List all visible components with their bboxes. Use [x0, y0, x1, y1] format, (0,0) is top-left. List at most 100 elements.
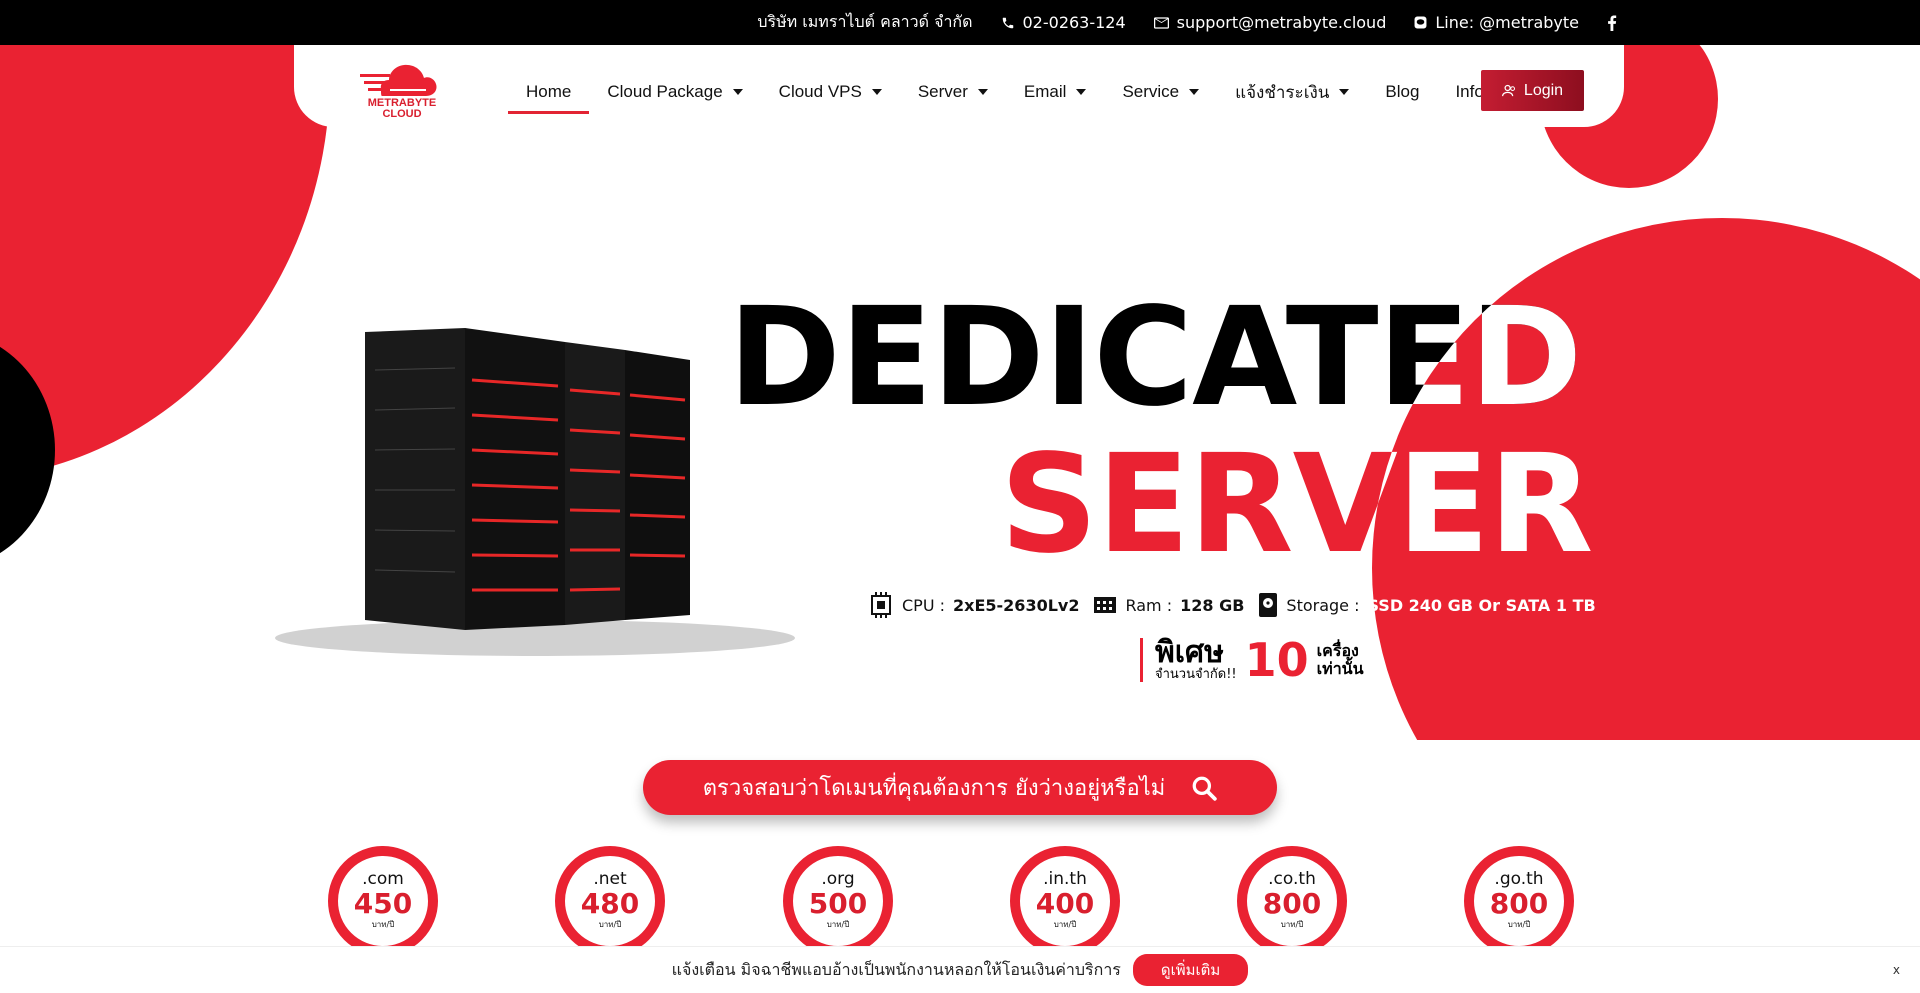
line-link[interactable]: Line: @metrabyte: [1414, 13, 1579, 32]
email-text: support@metrabyte.cloud: [1176, 13, 1387, 32]
phone-link[interactable]: 02-0263-124: [1001, 13, 1126, 32]
top-contact-bar: บริษัท เมทราไบต์ คลาวด์ จำกัด 02-0263-12…: [0, 0, 1920, 45]
nav-cloud-vps[interactable]: Cloud VPS: [761, 74, 900, 110]
line-icon: [1414, 16, 1427, 29]
login-button[interactable]: Login: [1481, 70, 1584, 111]
cpu-value: 2xE5-2630Lv2: [953, 595, 1080, 615]
domain-price-org[interactable]: .org 500 บาท/ปี: [783, 846, 893, 956]
close-icon[interactable]: x: [1893, 963, 1900, 977]
server-rack-image: [275, 328, 795, 656]
phone-icon: [1002, 17, 1013, 28]
company-name-text: บริษัท เมทราไบต์ คลาวด์ จำกัด: [757, 12, 973, 31]
phone-text: 02-0263-124: [1022, 13, 1126, 32]
domain-per: บาท/ปี: [826, 920, 850, 929]
spec-ram: Ram : 128 GB: [1093, 595, 1244, 615]
domain-ext: .com: [362, 869, 404, 889]
domain-price: 500: [808, 887, 868, 920]
chevron-down-icon: [732, 89, 743, 95]
promo-divider: [1140, 638, 1143, 682]
domain-search-label: ตรวจสอบว่าโดเมนที่คุณต้องการ ยังว่างอยู่…: [702, 776, 1166, 801]
nav-payment-label: แจ้งชำระเงิน: [1235, 82, 1330, 102]
cpu-label: CPU :: [902, 595, 946, 615]
nav-blog[interactable]: Blog: [1367, 74, 1437, 110]
mail-icon: [1153, 16, 1169, 29]
chevron-down-icon: [1189, 89, 1200, 95]
domain-ext: .org: [821, 869, 855, 889]
domain-ext: .go.th: [1494, 869, 1544, 889]
promo-unit-1: เครื่อง: [1316, 641, 1359, 660]
nav-service[interactable]: Service: [1104, 74, 1217, 110]
nav-cloud-package[interactable]: Cloud Package: [589, 74, 760, 110]
promo-quantity: 10: [1244, 633, 1309, 687]
chevron-down-icon: [871, 89, 882, 95]
promo-badge: พิเศษ จำนวนจำกัด!! 10 เครื่อง เท่านั้น: [1140, 633, 1364, 687]
search-icon: [1192, 776, 1217, 801]
nav-email-label: Email: [1023, 82, 1067, 101]
domain-price: 400: [1035, 887, 1095, 920]
domain-price-net[interactable]: .net 480 บาท/ปี: [555, 846, 665, 956]
cpu-icon: [871, 592, 891, 618]
domain-price-go-th[interactable]: .go.th 800 บาท/ปี: [1464, 846, 1574, 956]
promo-limited: จำนวนจำกัด!!: [1155, 667, 1237, 682]
domain-per: บาท/ปี: [1507, 920, 1531, 929]
promo-special-block: พิเศษ จำนวนจำกัด!!: [1155, 638, 1237, 682]
page: บริษัท เมทราไบต์ คลาวด์ จำกัด 02-0263-12…: [0, 0, 1920, 993]
company-name: บริษัท เมทราไบต์ คลาวด์ จำกัด: [757, 10, 972, 35]
nav-server-label: Server: [917, 82, 968, 101]
domain-ext: .net: [593, 869, 627, 889]
nav-info-label: Info: [1455, 82, 1484, 101]
chevron-down-icon: [1339, 89, 1350, 95]
facebook-link[interactable]: [1607, 14, 1617, 31]
storage-label: Storage :: [1286, 595, 1360, 615]
nav-cloud-package-label: Cloud Package: [607, 82, 723, 101]
domain-price: 800: [1489, 887, 1549, 920]
domain-price: 480: [580, 887, 640, 920]
nav-email[interactable]: Email: [1006, 74, 1105, 110]
facebook-icon: [1608, 14, 1617, 31]
nav-home[interactable]: Home: [508, 74, 590, 114]
line-text: Line: @metrabyte: [1435, 13, 1579, 32]
nav-payment[interactable]: แจ้งชำระเงิน: [1217, 74, 1367, 110]
promo-unit-block: เครื่อง เท่านั้น: [1317, 642, 1364, 678]
server-specs: CPU : 2xE5-2630Lv2 Ram : 128 GB Storage …: [868, 590, 1596, 620]
ram-icon: [1094, 597, 1117, 613]
ram-label: Ram :: [1125, 595, 1173, 615]
main-nav: Home Cloud Package Cloud VPS Server Emai…: [508, 72, 1522, 114]
domain-per: บาท/ปี: [371, 920, 395, 929]
promo-unit-2: เท่านั้น: [1316, 659, 1364, 678]
domain-per: บาท/ปี: [598, 920, 622, 929]
spec-storage: Storage : SSD 240 GB Or SATA 1 TB: [1258, 592, 1596, 618]
chevron-down-icon: [977, 89, 988, 95]
cloud-logo-icon: [360, 64, 437, 96]
domain-per: บาท/ปี: [1053, 920, 1077, 929]
domain-price-in-th[interactable]: .in.th 400 บาท/ปี: [1010, 846, 1120, 956]
ram-value: 128 GB: [1180, 595, 1245, 615]
email-link[interactable]: support@metrabyte.cloud: [1153, 13, 1387, 32]
nav-home-label: Home: [526, 82, 572, 101]
domain-search-button[interactable]: ตรวจสอบว่าโดเมนที่คุณต้องการ ยังว่างอยู่…: [643, 760, 1277, 815]
chevron-down-icon: [1076, 89, 1087, 95]
storage-icon: [1259, 593, 1278, 617]
logo-text: METRABYTE CLOUD: [367, 97, 437, 120]
nav-service-label: Service: [1122, 82, 1180, 101]
login-label: Login: [1523, 81, 1564, 99]
domain-ext: .co.th: [1268, 869, 1316, 889]
domain-ext: .in.th: [1043, 869, 1087, 889]
domain-price: 800: [1262, 887, 1322, 920]
scam-notice-bar: แจ้งเตือน มิจฉาชีพแอบอ้างเป็นพนักงานหลอก…: [0, 946, 1920, 993]
domain-price-co-th[interactable]: .co.th 800 บาท/ปี: [1237, 846, 1347, 956]
storage-value: SSD 240 GB Or SATA 1 TB: [1367, 595, 1596, 615]
user-icon: [1501, 84, 1515, 97]
nav-cloud-vps-label: Cloud VPS: [778, 82, 862, 101]
domain-price-com[interactable]: .com 450 บาท/ปี: [328, 846, 438, 956]
promo-special: พิเศษ: [1155, 635, 1224, 670]
metrabyte-logo[interactable]: METRABYTE CLOUD: [360, 60, 444, 120]
nav-server[interactable]: Server: [900, 74, 1006, 110]
domain-price-list: .com 450 บาท/ปี .net 480 บาท/ปี .org 500…: [328, 846, 1574, 956]
domain-price: 450: [353, 887, 413, 920]
domain-per: บาท/ปี: [1280, 920, 1304, 929]
spec-cpu: CPU : 2xE5-2630Lv2: [868, 592, 1079, 618]
notice-text: แจ้งเตือน มิจฉาชีพแอบอ้างเป็นพนักงานหลอก…: [671, 959, 1121, 979]
nav-blog-label: Blog: [1385, 82, 1420, 101]
see-more-button[interactable]: ดูเพิ่มเติม: [1132, 954, 1249, 986]
